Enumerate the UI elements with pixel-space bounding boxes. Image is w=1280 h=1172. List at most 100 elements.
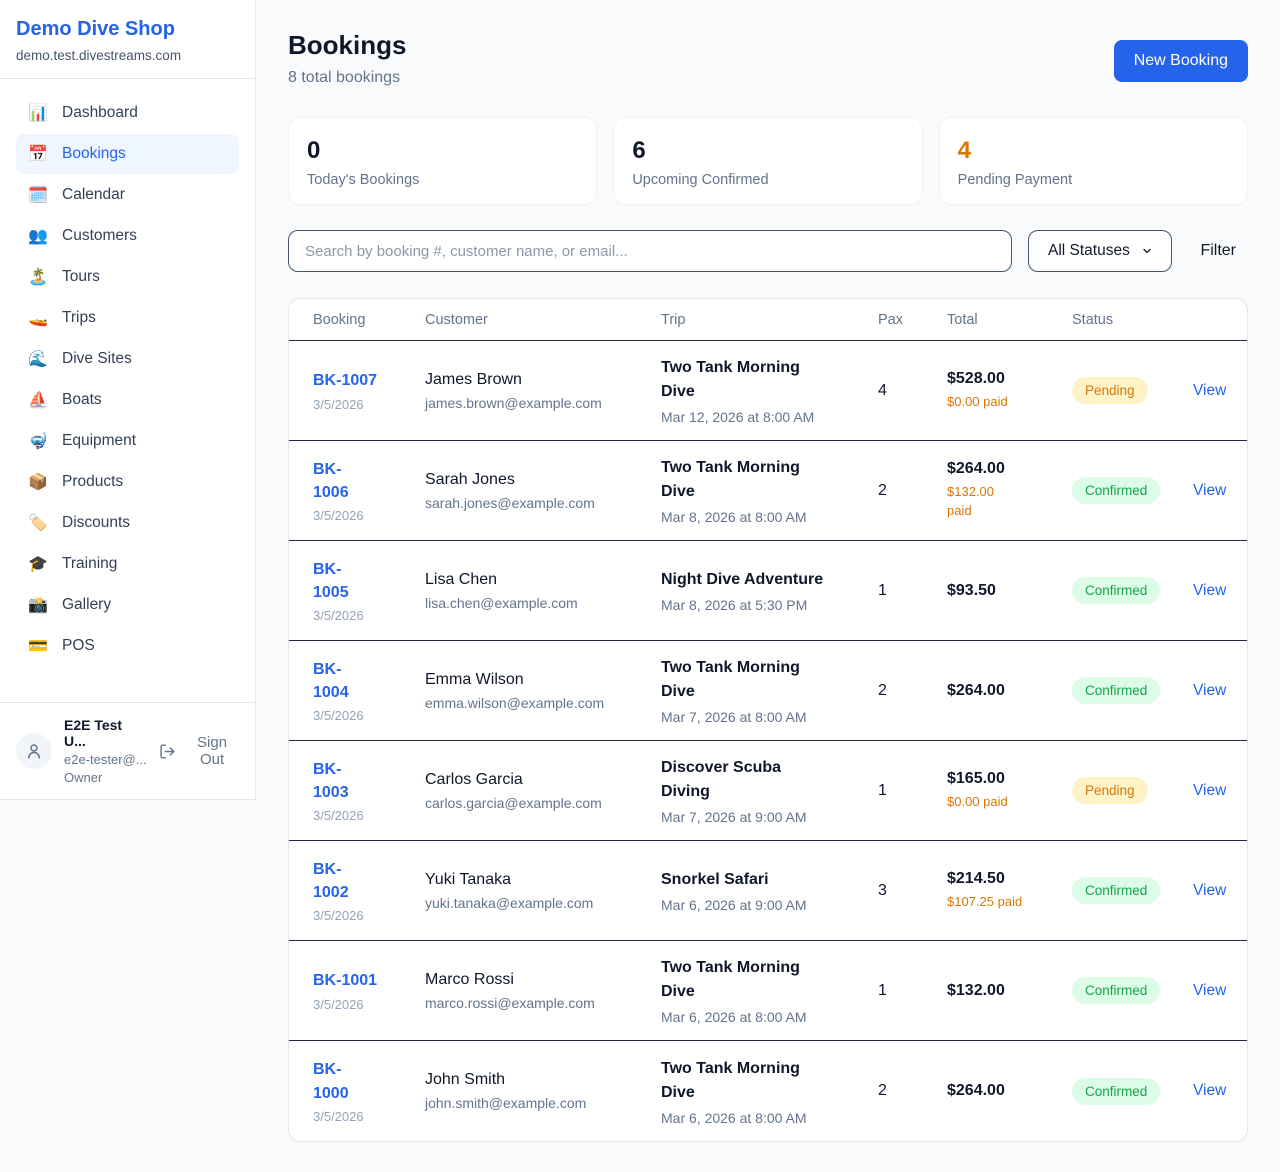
booking-cell: BK- 1006 3/5/2026	[313, 458, 425, 523]
stat-label: Today's Bookings	[307, 172, 578, 188]
booking-id-link[interactable]: BK- 1002	[313, 858, 425, 904]
new-booking-button[interactable]: New Booking	[1114, 40, 1248, 82]
total-amount: $214.50	[947, 870, 1072, 888]
stat-card: 4 Pending Payment	[939, 117, 1248, 205]
sidebar-item-products[interactable]: 📦 Products	[16, 462, 239, 502]
customer-cell: Yuki Tanaka yuki.tanaka@example.com	[425, 871, 661, 911]
booking-id-link[interactable]: BK-1001	[313, 969, 425, 992]
stat-card: 0 Today's Bookings	[288, 117, 597, 205]
trip-name: Two Tank Morning Dive	[661, 656, 878, 704]
total-amount: $264.00	[947, 460, 1072, 478]
sidebar-nav: 📊 Dashboard 📅 Bookings 🗓️ Calendar 👥 Cus…	[0, 79, 255, 702]
sidebar-item-equipment[interactable]: 🤿 Equipment	[16, 421, 239, 461]
booking-date: 3/5/2026	[313, 708, 425, 723]
total-cell: $528.00 $0.00 paid	[947, 370, 1072, 412]
table-row: BK- 1004 3/5/2026 Emma Wilson emma.wilso…	[289, 641, 1247, 741]
search-input[interactable]	[288, 230, 1012, 272]
sidebar-item-trips[interactable]: 🚤 Trips	[16, 298, 239, 338]
trip-datetime: Mar 6, 2026 at 8:00 AM	[661, 1009, 878, 1025]
page-header: Bookings 8 total bookings New Booking	[288, 30, 1248, 87]
booking-id-link[interactable]: BK-1007	[313, 369, 425, 392]
sidebar-item-tours[interactable]: 🏝️ Tours	[16, 257, 239, 297]
booking-id-link[interactable]: BK- 1005	[313, 558, 425, 604]
sidebar-item-dashboard[interactable]: 📊 Dashboard	[16, 93, 239, 133]
dive-sites-icon: 🌊	[28, 349, 48, 369]
total-cell: $264.00	[947, 682, 1072, 700]
status-select[interactable]: All Statuses	[1028, 230, 1172, 272]
view-link[interactable]: View	[1193, 1082, 1226, 1100]
pax-cell: 2	[878, 1082, 947, 1100]
sign-out-icon	[159, 743, 176, 760]
stat-value: 0	[307, 137, 578, 165]
status-select-value: All Statuses	[1048, 242, 1130, 260]
stat-card: 6 Upcoming Confirmed	[613, 117, 922, 205]
trip-cell: Two Tank Morning Dive Mar 7, 2026 at 8:0…	[661, 656, 878, 725]
booking-id-link[interactable]: BK- 1000	[313, 1058, 425, 1104]
sidebar-item-customers[interactable]: 👥 Customers	[16, 216, 239, 256]
customer-cell: Carlos Garcia carlos.garcia@example.com	[425, 771, 661, 811]
booking-id-link[interactable]: BK- 1006	[313, 458, 425, 504]
view-link[interactable]: View	[1193, 682, 1226, 700]
table-row: BK- 1003 3/5/2026 Carlos Garcia carlos.g…	[289, 741, 1247, 841]
booking-id-link[interactable]: BK- 1003	[313, 758, 425, 804]
table-row: BK- 1005 3/5/2026 Lisa Chen lisa.chen@ex…	[289, 541, 1247, 641]
view-link[interactable]: View	[1193, 782, 1226, 800]
trip-cell: Night Dive Adventure Mar 8, 2026 at 5:30…	[661, 568, 878, 613]
trip-name: Snorkel Safari	[661, 868, 878, 892]
sidebar-item-boats[interactable]: ⛵ Boats	[16, 380, 239, 420]
nav-item-label: Bookings	[62, 145, 126, 163]
total-cell: $165.00 $0.00 paid	[947, 770, 1072, 812]
booking-cell: BK- 1003 3/5/2026	[313, 758, 425, 823]
customer-name: James Brown	[425, 371, 661, 389]
column-header-booking: Booking	[313, 312, 425, 328]
trip-cell: Two Tank Morning Dive Mar 6, 2026 at 8:0…	[661, 1057, 878, 1126]
customer-email: lisa.chen@example.com	[425, 595, 661, 611]
status-badge: Pending	[1072, 777, 1148, 804]
customer-email: marco.rossi@example.com	[425, 995, 661, 1011]
pax-cell: 1	[878, 582, 947, 600]
booking-cell: BK-1007 3/5/2026	[313, 369, 425, 411]
products-icon: 📦	[28, 472, 48, 492]
view-link[interactable]: View	[1193, 382, 1226, 400]
sidebar-item-discounts[interactable]: 🏷️ Discounts	[16, 503, 239, 543]
table-row: BK- 1006 3/5/2026 Sarah Jones sarah.jone…	[289, 441, 1247, 541]
paid-amount: $132.00 paid	[947, 483, 1072, 521]
trip-cell: Two Tank Morning Dive Mar 8, 2026 at 8:0…	[661, 456, 878, 525]
booking-id-link[interactable]: BK- 1004	[313, 658, 425, 704]
status-cell: Confirmed	[1072, 677, 1193, 704]
sidebar-item-calendar[interactable]: 🗓️ Calendar	[16, 175, 239, 215]
status-badge: Confirmed	[1072, 577, 1160, 604]
status-cell: Confirmed	[1072, 1078, 1193, 1105]
total-amount: $132.00	[947, 982, 1072, 1000]
customer-email: emma.wilson@example.com	[425, 695, 661, 711]
view-link[interactable]: View	[1193, 482, 1226, 500]
sign-out-button[interactable]: Sign Out	[159, 734, 241, 768]
user-icon	[25, 742, 43, 760]
pax-cell: 3	[878, 882, 947, 900]
brand-block: Demo Dive Shop demo.test.divestreams.com	[0, 0, 255, 79]
total-amount: $264.00	[947, 682, 1072, 700]
sidebar-item-bookings[interactable]: 📅 Bookings	[16, 134, 239, 174]
customer-email: sarah.jones@example.com	[425, 495, 661, 511]
sidebar-item-dive-sites[interactable]: 🌊 Dive Sites	[16, 339, 239, 379]
customer-email: yuki.tanaka@example.com	[425, 895, 661, 911]
booking-date: 3/5/2026	[313, 1109, 425, 1124]
view-link[interactable]: View	[1193, 582, 1226, 600]
tours-icon: 🏝️	[28, 267, 48, 287]
status-badge: Confirmed	[1072, 877, 1160, 904]
sidebar-item-training[interactable]: 🎓 Training	[16, 544, 239, 584]
trip-name: Night Dive Adventure	[661, 568, 878, 592]
sidebar-item-gallery[interactable]: 📸 Gallery	[16, 585, 239, 625]
customer-email: john.smith@example.com	[425, 1095, 661, 1111]
trip-datetime: Mar 7, 2026 at 9:00 AM	[661, 809, 878, 825]
nav-item-label: Dive Sites	[62, 350, 132, 368]
sidebar-item-pos[interactable]: 💳 POS	[16, 626, 239, 666]
view-link[interactable]: View	[1193, 882, 1226, 900]
equipment-icon: 🤿	[28, 431, 48, 451]
dashboard-icon: 📊	[28, 103, 48, 123]
booking-cell: BK- 1002 3/5/2026	[313, 858, 425, 923]
view-link[interactable]: View	[1193, 982, 1226, 1000]
trip-datetime: Mar 6, 2026 at 9:00 AM	[661, 897, 878, 913]
customer-name: John Smith	[425, 1071, 661, 1089]
filter-button[interactable]: Filter	[1188, 242, 1248, 260]
